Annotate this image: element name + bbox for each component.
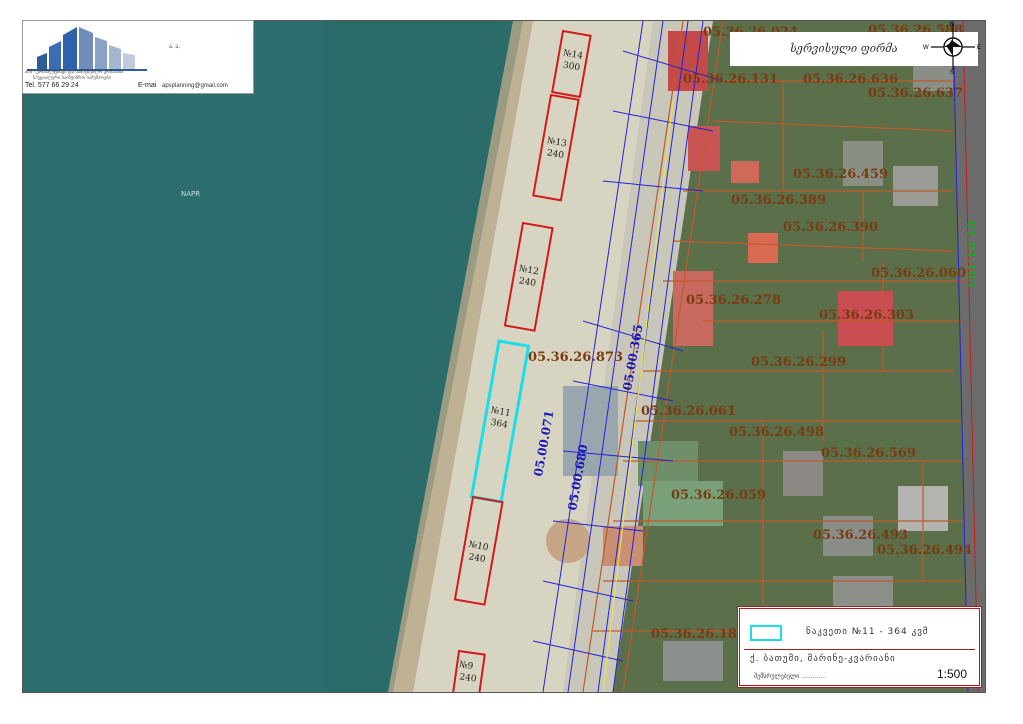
highway-label: 01.01.103 <box>964 221 978 288</box>
parcel-label: 05.36.26.569 <box>821 446 916 461</box>
parcel-label: 05.36.26.493 <box>813 528 908 543</box>
company-email[interactable]: apsplanning@gmail.com <box>162 83 228 89</box>
svg-text:№9: №9 <box>458 660 474 672</box>
svg-text:S: S <box>950 70 954 74</box>
company-logo-block: ა. ა. აპს - კონსალტინგი და სამშენებლო კო… <box>22 20 254 94</box>
legend-location: ქ. ბათუმი, მარინე-კვარიანი <box>750 654 896 664</box>
legend-swatch-highlight <box>750 625 782 641</box>
company-subtitle: სპეციალური საინჟინრო სამუშაოები <box>33 76 111 81</box>
parcel-label: 05.36.26.873 <box>528 350 623 365</box>
map-scale: 1:500 <box>936 667 967 681</box>
parcel-label: 05.36.26.636 <box>803 72 898 87</box>
parcel-label: 05.36.26.390 <box>783 220 878 235</box>
parcel-label: 05.36.26.389 <box>731 193 826 208</box>
company-phone: Tel. 577 66 29 24 <box>25 82 79 89</box>
company-email-label: E-mai <box>138 82 157 89</box>
svg-text:E: E <box>977 45 981 51</box>
owner-signature-block: სერვისული ფირმა N S W E <box>730 22 981 74</box>
parcel-label: 05.36.26.059 <box>671 488 766 503</box>
company-short: ა. ა. <box>169 44 181 50</box>
legend-author: შემსრულებელი ............. <box>754 673 827 680</box>
aerial-map: №14 300 №13 240 №12 240 №11 364 №10 240 … <box>22 20 986 693</box>
parcel-label: 05.36.26.494 <box>877 543 972 558</box>
parcel-label: 05.36.26.637 <box>868 86 963 101</box>
parcel-label: 05.36.26.459 <box>793 167 888 182</box>
map-canvas: №14 300 №13 240 №12 240 №11 364 №10 240 … <box>23 21 985 692</box>
company-logo <box>27 27 147 71</box>
parcel-label: 05.36.26.188 <box>651 627 746 642</box>
legend-item-label: ნაკვეთი №11 - 364 კვმ <box>806 627 929 637</box>
sea-label: NAPR <box>181 190 200 198</box>
parcel-label: 05.36.26.061 <box>641 404 736 419</box>
owner-signature: სერვისული ფირმა <box>790 42 898 55</box>
company-name: აპს - კონსალტინგი და სამშენებლო კომპანია <box>25 70 124 75</box>
parcel-label: 05.36.26.278 <box>686 293 781 308</box>
parcel-label: 05.36.26.131 <box>683 72 778 87</box>
parcel-label: 05.36.26.299 <box>751 355 846 370</box>
svg-text:W: W <box>923 45 929 51</box>
parcel-label: 05.36.26.303 <box>819 308 914 323</box>
svg-text:N: N <box>950 22 954 28</box>
compass-icon: N S W E <box>923 22 981 74</box>
parcel-label: 05.36.26.498 <box>729 425 824 440</box>
map-legend: ნაკვეთი №11 - 364 კვმ ქ. ბათუმი, მარინე-… <box>737 606 982 688</box>
parcel-label: 05.36.26.060 <box>871 266 966 281</box>
legend-divider <box>744 649 975 650</box>
